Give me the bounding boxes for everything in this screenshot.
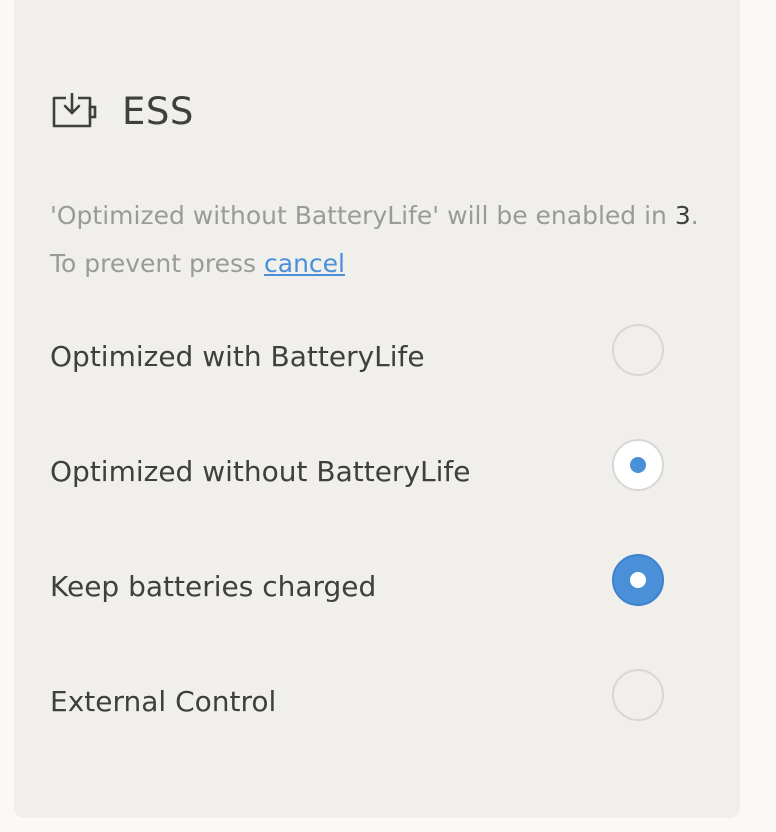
option-label: External Control bbox=[50, 685, 277, 718]
option-optimized-with-batterylife[interactable]: Optimized with BatteryLife bbox=[50, 324, 690, 390]
option-external-control[interactable]: External Control bbox=[50, 669, 690, 735]
battery-download-icon bbox=[50, 91, 100, 131]
panel-title: ESS bbox=[122, 89, 194, 133]
option-label: Optimized without BatteryLife bbox=[50, 455, 471, 488]
ess-card: ESS 'Optimized without BatteryLife' will… bbox=[14, 0, 740, 818]
radio-keep-batteries-charged[interactable] bbox=[612, 554, 664, 606]
radio-external-control[interactable] bbox=[612, 669, 664, 721]
notice-text-prefix: 'Optimized without BatteryLife' will be … bbox=[50, 201, 675, 230]
option-keep-batteries-charged[interactable]: Keep batteries charged bbox=[50, 554, 690, 620]
ess-header: ESS bbox=[50, 86, 194, 136]
countdown-notice: 'Optimized without BatteryLife' will be … bbox=[50, 192, 700, 288]
radio-optimized-without-batterylife[interactable] bbox=[612, 439, 664, 491]
option-optimized-without-batterylife[interactable]: Optimized without BatteryLife bbox=[50, 439, 690, 505]
radio-optimized-with-batterylife[interactable] bbox=[612, 324, 664, 376]
cancel-link[interactable]: cancel bbox=[264, 249, 345, 278]
option-label: Keep batteries charged bbox=[50, 570, 377, 603]
countdown-value: 3 bbox=[674, 201, 691, 230]
option-label: Optimized with BatteryLife bbox=[50, 340, 425, 373]
